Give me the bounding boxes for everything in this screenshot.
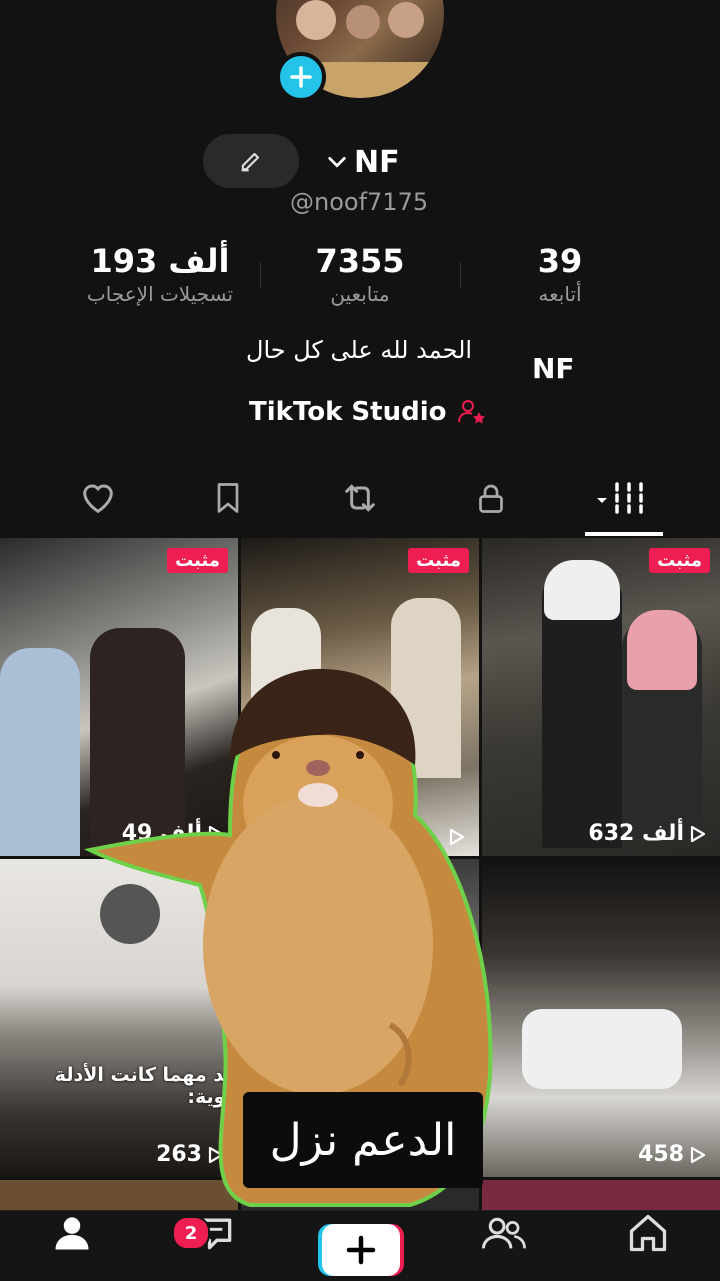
nav-friends[interactable] bbox=[454, 1211, 554, 1281]
play-icon bbox=[690, 825, 706, 842]
edit-profile-button[interactable] bbox=[203, 134, 299, 188]
following-label: أتابعه bbox=[538, 282, 582, 306]
profile-bio: الحمد لله على كل حال bbox=[246, 336, 473, 364]
create-button[interactable] bbox=[318, 1222, 404, 1278]
bookmark-icon bbox=[217, 483, 239, 513]
tiktok-studio-link[interactable]: TikTok Studio bbox=[249, 396, 488, 428]
support-overlay-label: الدعم نزل bbox=[243, 1092, 483, 1188]
pinned-badge: مثبت bbox=[408, 548, 469, 573]
tab-videos[interactable] bbox=[588, 472, 658, 524]
inbox-badge: 2 bbox=[172, 1216, 210, 1250]
play-icon bbox=[690, 1146, 706, 1163]
following-count: 39 bbox=[537, 242, 583, 280]
username-handle: @noof7175 bbox=[290, 188, 429, 216]
stat-divider bbox=[460, 262, 461, 288]
tab-liked[interactable] bbox=[68, 472, 128, 524]
view-count: 458 bbox=[638, 1142, 706, 1167]
pencil-icon bbox=[241, 152, 260, 172]
video-thumbnail[interactable] bbox=[482, 1180, 720, 1210]
add-avatar-button[interactable] bbox=[276, 52, 326, 102]
studio-label: TikTok Studio bbox=[249, 397, 447, 427]
view-count-text: 632 ألف bbox=[588, 821, 684, 846]
stat-divider bbox=[260, 262, 261, 288]
tab-reposts[interactable] bbox=[330, 472, 390, 524]
nav-profile[interactable] bbox=[22, 1211, 122, 1281]
pinned-badge: مثبت bbox=[167, 548, 228, 573]
likes-count: 193 ألف bbox=[90, 242, 230, 280]
grid-icon bbox=[597, 482, 643, 514]
creator-star-icon bbox=[458, 400, 486, 424]
tab-favorites[interactable] bbox=[198, 472, 258, 524]
display-name: NF bbox=[354, 144, 400, 180]
view-count-text: 458 bbox=[638, 1142, 684, 1167]
heart-icon bbox=[83, 484, 113, 514]
account-switcher[interactable]: NF bbox=[326, 140, 400, 184]
video-thumbnail[interactable]: مثبت 632 ألف bbox=[482, 538, 720, 856]
bio-name: NF bbox=[532, 352, 575, 385]
followers-label: متابعين bbox=[330, 282, 390, 306]
lock-icon bbox=[479, 484, 503, 513]
likes-label: تسجيلات الإعجاب bbox=[86, 282, 234, 306]
video-thumbnail[interactable]: 458 bbox=[482, 859, 720, 1177]
followers-count: 7355 bbox=[315, 242, 405, 280]
active-tab-indicator bbox=[585, 532, 663, 536]
likes-stat[interactable]: 193 ألف تسجيلات الإعجاب bbox=[70, 242, 250, 306]
tab-private[interactable] bbox=[461, 472, 521, 524]
nav-home[interactable] bbox=[598, 1211, 698, 1281]
following-stat[interactable]: 39 أتابعه bbox=[510, 242, 610, 306]
view-count: 632 ألف bbox=[588, 821, 706, 846]
chevron-down-icon bbox=[328, 156, 346, 168]
repost-icon bbox=[345, 484, 375, 512]
plus-icon bbox=[290, 66, 312, 88]
home-icon bbox=[629, 1214, 667, 1252]
followers-stat[interactable]: 7355 متابعين bbox=[290, 242, 430, 306]
profile-icon bbox=[55, 1217, 89, 1250]
pinned-badge: مثبت bbox=[649, 548, 710, 573]
friends-icon bbox=[481, 1217, 526, 1249]
